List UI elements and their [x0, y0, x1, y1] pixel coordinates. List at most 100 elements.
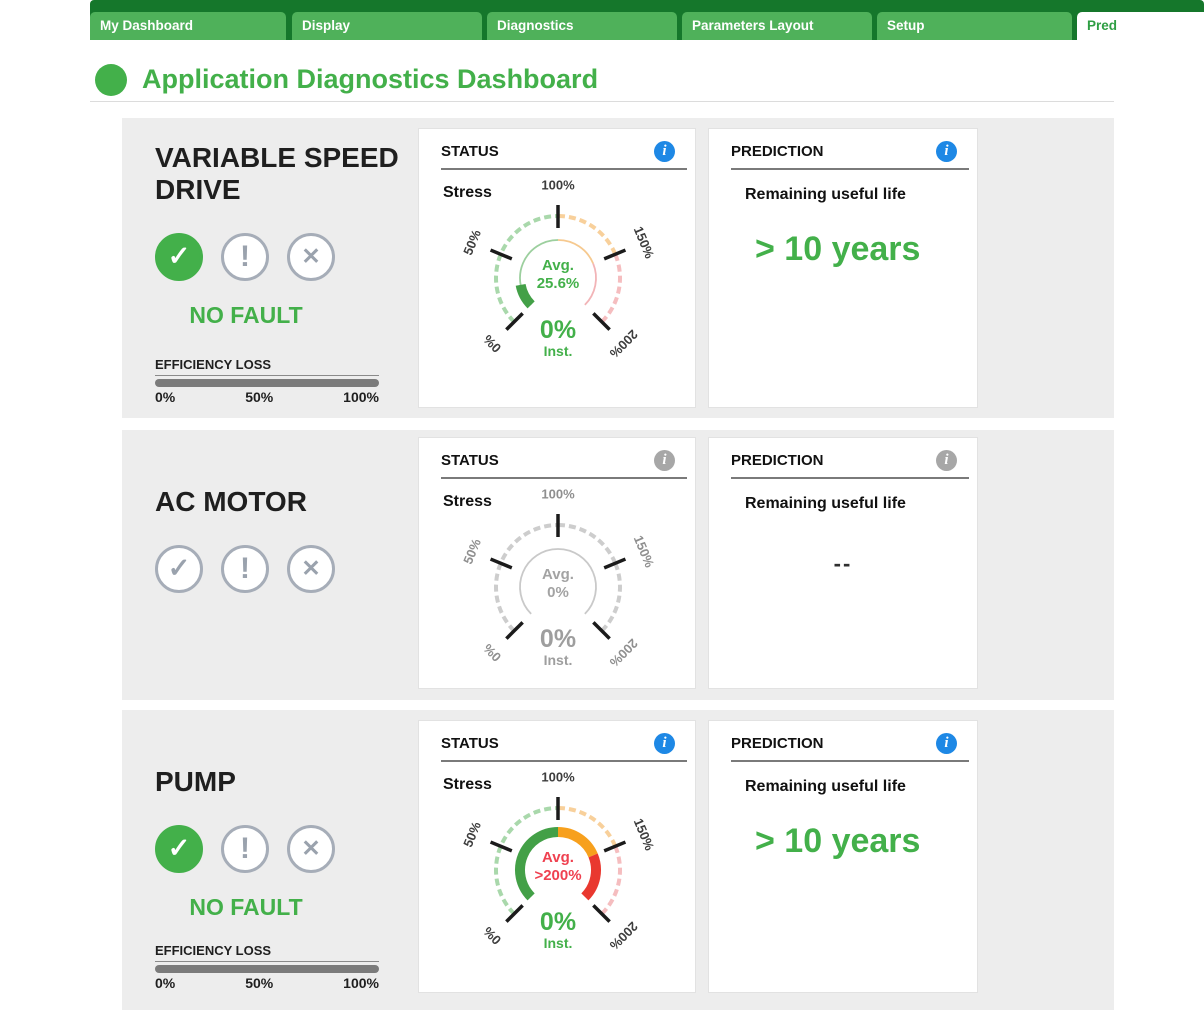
gauge-tick-label: 0%: [480, 332, 504, 356]
equipment-panel-pump: PUMP ✓ ! ✕ NO FAULT EFFICIENCY LOSS 0% 5…: [122, 710, 1114, 1010]
status-header: STATUS: [441, 452, 499, 469]
title-divider: [90, 101, 1114, 102]
tab-display[interactable]: Display: [292, 12, 482, 40]
warning-icon: !: [221, 233, 269, 281]
exclamation-glyph: !: [240, 552, 250, 586]
efficiency-loss-bar: [155, 379, 379, 387]
check-glyph: ✓: [168, 553, 191, 584]
stress-gauge: 0%50%100%150%200%Avg.25.6%0%Inst.: [419, 172, 697, 372]
title-dot-icon: [95, 64, 127, 96]
status-card: STATUS i Stress 0%50%100%150%200%Avg.25.…: [418, 128, 696, 408]
fault-status: NO FAULT: [155, 302, 337, 329]
gauge-tick-label: 200%: [606, 919, 640, 953]
gauge-inst-value: 0%: [540, 625, 576, 653]
efficiency-loss-block: EFFICIENCY LOSS 0% 50% 100%: [155, 943, 379, 991]
scale-50: 50%: [245, 975, 273, 991]
prediction-card: PREDICTION i Remaining useful life > 10 …: [708, 128, 978, 408]
check-glyph: ✓: [168, 833, 191, 864]
gauge-avg-value: 25.6%: [537, 275, 580, 292]
gauge-inst-label: Inst.: [544, 652, 573, 668]
fault-status: NO FAULT: [155, 894, 337, 921]
remaining-life-label: Remaining useful life: [745, 186, 977, 204]
scale-0: 0%: [155, 975, 175, 991]
equipment-name: PUMP: [155, 766, 415, 798]
tab-setup[interactable]: Setup: [877, 12, 1072, 40]
scale-100: 100%: [343, 975, 379, 991]
info-icon[interactable]: i: [654, 450, 675, 471]
equipment-info: AC MOTOR ✓ ! ✕: [155, 430, 415, 593]
gauge-tick-label: 200%: [606, 327, 640, 361]
page-title: Application Diagnostics Dashboard: [142, 64, 598, 95]
tab-diagnostics[interactable]: Diagnostics: [487, 12, 677, 40]
status-header: STATUS: [441, 735, 499, 752]
gauge-tick-label: 200%: [606, 636, 640, 670]
status-icons: ✓ ! ✕: [155, 233, 337, 281]
error-icon: ✕: [287, 545, 335, 593]
header-underline: [731, 477, 969, 479]
status-icons: ✓ ! ✕: [155, 545, 337, 593]
info-icon[interactable]: i: [654, 733, 675, 754]
warning-icon: !: [221, 825, 269, 873]
gauge-tick-label: 0%: [480, 641, 504, 665]
gauge-inst-label: Inst.: [544, 343, 573, 359]
gauge-tick-label: 0%: [480, 924, 504, 948]
status-card: STATUS i Stress 0%50%100%150%200%Avg.>20…: [418, 720, 696, 993]
header-underline: [441, 760, 687, 762]
cross-glyph: ✕: [301, 835, 320, 862]
equipment-name: VARIABLE SPEED DRIVE: [155, 142, 415, 206]
prediction-card: PREDICTION i Remaining useful life > 10 …: [708, 720, 978, 993]
equipment-panel-vsd: VARIABLE SPEED DRIVE ✓ ! ✕ NO FAULT EFFI…: [122, 118, 1114, 418]
status-header: STATUS: [441, 143, 499, 160]
info-icon[interactable]: i: [654, 141, 675, 162]
remaining-life-value: > 10 years: [755, 230, 977, 269]
exclamation-glyph: !: [240, 240, 250, 274]
efficiency-loss-bar: [155, 965, 379, 973]
efficiency-loss-label: EFFICIENCY LOSS: [155, 357, 379, 376]
stress-gauge: 0%50%100%150%200%Avg.>200%0%Inst.: [419, 764, 697, 964]
top-tab-bar: My Dashboard Display Diagnostics Paramet…: [90, 0, 1204, 40]
info-icon[interactable]: i: [936, 141, 957, 162]
gauge-inst-label: Inst.: [544, 935, 573, 951]
efficiency-loss-scale: 0% 50% 100%: [155, 975, 379, 991]
tab-parameters-layout[interactable]: Parameters Layout: [682, 12, 872, 40]
error-icon: ✕: [287, 825, 335, 873]
equipment-name: AC MOTOR: [155, 486, 415, 518]
tab-my-dashboard[interactable]: My Dashboard: [90, 12, 286, 40]
header-underline: [731, 760, 969, 762]
tab-prediction[interactable]: Pred: [1077, 12, 1204, 40]
gauge-avg-value: 0%: [547, 584, 569, 601]
prediction-header: PREDICTION: [731, 143, 824, 160]
efficiency-loss-label: EFFICIENCY LOSS: [155, 943, 379, 962]
remaining-life-value: > 10 years: [755, 822, 977, 861]
gauge-tick-label: 100%: [541, 177, 575, 192]
header-underline: [441, 477, 687, 479]
ok-check-icon: ✓: [155, 825, 203, 873]
gauge-tick-label: 100%: [541, 486, 575, 501]
remaining-life-label: Remaining useful life: [745, 495, 977, 513]
info-icon[interactable]: i: [936, 450, 957, 471]
cross-glyph: ✕: [301, 555, 320, 582]
remaining-life-label: Remaining useful life: [745, 778, 977, 796]
gauge-tick-label: 150%: [631, 533, 658, 570]
stress-gauge: 0%50%100%150%200%Avg.0%0%Inst.: [419, 481, 697, 681]
status-icons: ✓ ! ✕: [155, 825, 337, 873]
ok-check-icon: ✓: [155, 545, 203, 593]
gauge-tick-label: 150%: [631, 816, 658, 853]
gauge-avg-label: Avg.: [542, 566, 574, 583]
remaining-life-value: --: [709, 551, 977, 577]
gauge-tick-label: 100%: [541, 769, 575, 784]
cross-glyph: ✕: [301, 243, 320, 270]
scale-100: 100%: [343, 389, 379, 405]
prediction-card: PREDICTION i Remaining useful life --: [708, 437, 978, 689]
gauge-tick-label: 50%: [460, 227, 484, 257]
efficiency-loss-scale: 0% 50% 100%: [155, 389, 379, 405]
ok-check-icon: ✓: [155, 233, 203, 281]
efficiency-loss-block: EFFICIENCY LOSS 0% 50% 100%: [155, 357, 379, 405]
exclamation-glyph: !: [240, 832, 250, 866]
equipment-panel-ac-motor: AC MOTOR ✓ ! ✕ STATUS i Stress 0%50%100%…: [122, 430, 1114, 700]
scale-50: 50%: [245, 389, 273, 405]
gauge-inst-value: 0%: [540, 908, 576, 936]
prediction-header: PREDICTION: [731, 452, 824, 469]
info-icon[interactable]: i: [936, 733, 957, 754]
gauge-avg-label: Avg.: [542, 849, 574, 866]
